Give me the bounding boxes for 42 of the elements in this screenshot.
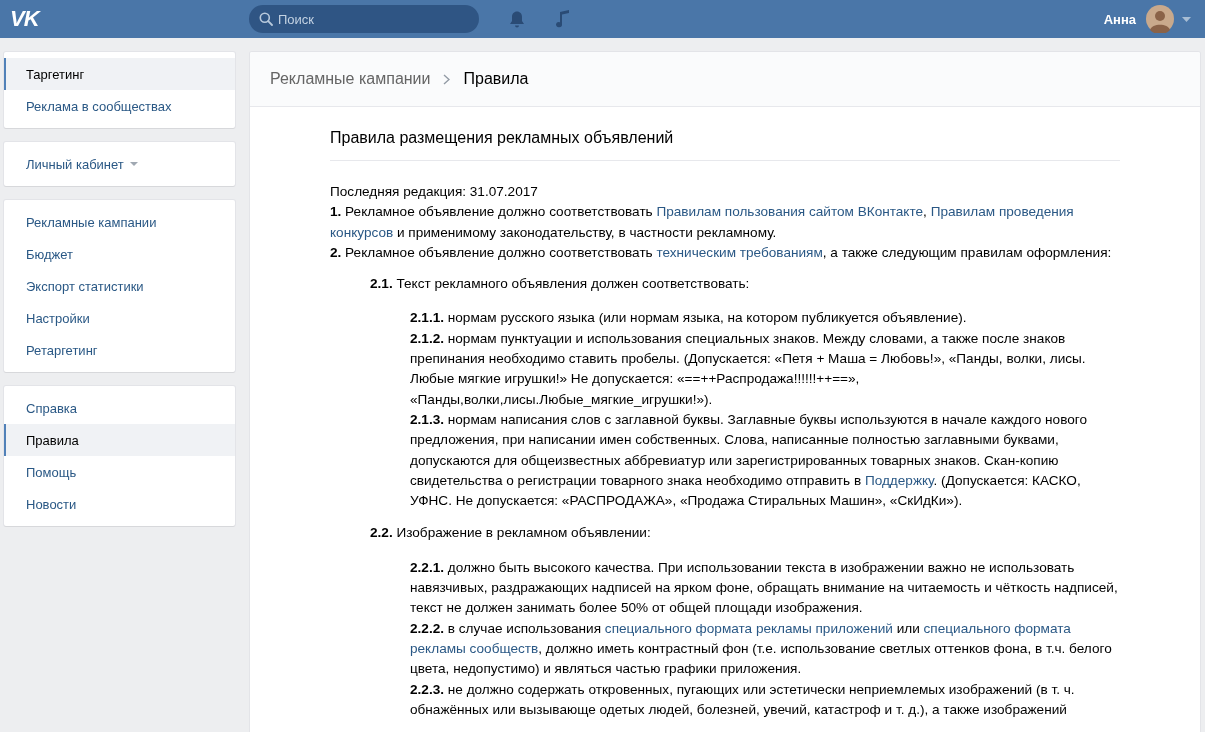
menu-item[interactable]: Настройки xyxy=(4,302,235,334)
menu-item[interactable]: Новости xyxy=(4,488,235,520)
menu-item[interactable]: Рекламные кампании xyxy=(4,206,235,238)
menu-item[interactable]: Помощь xyxy=(4,456,235,488)
search-icon xyxy=(259,12,273,26)
link[interactable]: Правилам проведения xyxy=(930,204,1074,220)
paragraph: 2.1.3. нормам написания слов с заглавной буквы. Заглавные буквы используются в начале каждого нового предложения, при написании имен собственных. Слова, написанные полностью заглавными буквами, допускаются для общеизвестных аббревиатур или зарегистрированных товарных знаков. Скан-копию свидетельства о регистрации товарного знака необходимо отправить в Поддержку. (Допускается: КАСКО, УФНС. Не допускается: «РАСПРОДАЖА», «Продажа Стиральных Машин», «СкИдКи»). xyxy=(410,410,1088,511)
menu-item[interactable]: Бюджет xyxy=(4,238,235,270)
link[interactable]: специального формата xyxy=(923,620,1071,636)
menu-item[interactable]: Таргетинг xyxy=(4,58,235,90)
menu-item[interactable]: Реклама в сообществах xyxy=(4,90,235,122)
menu-item[interactable]: Ретаргетинг xyxy=(4,334,235,366)
breadcrumb-link[interactable]: Рекламные кампании xyxy=(270,70,431,88)
paragraph: 2.2.3. не должно содержать откровенных, пугающих или эстетически неприемлемых изображений (в т. ч. обнажённых или вызывающе одетых людей, болезней, увечий, катастроф и т. д.), а также изображений xyxy=(410,680,1076,719)
paragraph: Последняя редакция: 31.07.2017 xyxy=(330,183,539,201)
menu-item[interactable]: Экспорт статистики xyxy=(4,270,235,302)
search-field[interactable]: Поиск xyxy=(249,5,479,33)
chevron-icon xyxy=(443,73,451,85)
paragraph: 1. Рекламное объявление должно соответствовать Правилам пользования сайтом ВКонтакте, Правилам проведения конкурсов и применимому законодательству, в частности рекламному. xyxy=(330,203,1075,242)
link[interactable]: конкурсов xyxy=(330,224,394,240)
link[interactable]: Правилам пользования сайтом ВКонтакте xyxy=(656,204,924,220)
paragraph: 2.1.1. нормам русского языка (или нормам языка, на котором публикуется объявление). xyxy=(410,309,968,328)
paragraph: 2. Рекламное объявление должно соответствовать техническим требованиям, а также следующим правилам оформления: xyxy=(330,243,1113,262)
avatar[interactable] xyxy=(1146,5,1174,33)
user-name[interactable]: Анна xyxy=(1103,11,1136,27)
logo[interactable]: VK xyxy=(10,6,44,32)
menu-item[interactable]: Справка xyxy=(4,392,235,424)
caret-icon[interactable] xyxy=(1182,16,1191,22)
paragraph: 2.2. Изображение в рекламном объявлении: xyxy=(370,524,652,543)
music-note-icon[interactable] xyxy=(554,9,570,29)
paragraph: 2.2.1. должно быть высокого качества. При использовании текста в изображении важно не использовать навязчивых, раздражающих надписей на ярком фоне, обращать внимание на читаемость и чёткость надписей, текст не должен занимать более 50% от общей площади изображения. xyxy=(410,558,1119,618)
paragraph: 2.1.2. нормам пунктуации и использования специальных знаков. Между словами, а также после знаков препинания необходимо ставить пробелы. (Допускается: «Петя + Маша = Любовь!», «Панды, волки, лисы. Любые мягкие игрушки!» Не допускается: «==++Распродажа!!!!!!++==», «Панды,волки,лисы.Любые_мягкие_игрушки!»). xyxy=(410,329,1087,409)
paragraph: 2.1. Текст рекламного объявления должен соответствовать: xyxy=(370,275,751,294)
link[interactable]: техническим требованиям xyxy=(656,244,823,260)
bell-icon[interactable] xyxy=(508,9,526,29)
menu-item[interactable]: Личный кабинет xyxy=(4,148,235,180)
paragraph: 2.2.2. в случае использования специального формата рекламы приложений или специального формата рекламы сообществ, должно иметь контрастный фон (т.е. использование светлых оттенков фона, в т.ч. белого цвета, недопустимо) и являться частью графики приложения. xyxy=(410,619,1113,679)
link[interactable]: Поддержку xyxy=(864,472,934,488)
breadcrumb-current: Правила xyxy=(463,70,529,88)
menu-item[interactable]: Правила xyxy=(4,424,235,456)
link[interactable]: специального формата рекламы приложений xyxy=(604,620,893,636)
document-title: Правила размещения рекламных объявлений xyxy=(330,128,675,148)
